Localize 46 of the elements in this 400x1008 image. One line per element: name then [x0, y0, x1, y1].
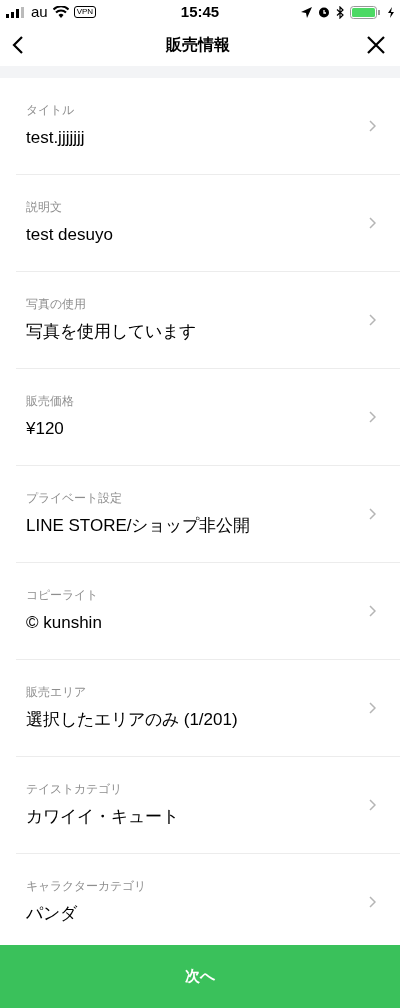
nav-title: 販売情報	[165, 35, 231, 55]
chevron-right-icon	[369, 702, 376, 714]
chevron-right-icon	[369, 120, 376, 132]
field-label: プライベート設定	[26, 490, 123, 508]
status-time: 15:45	[180, 1, 220, 22]
field-label: テイストカテゴリ	[26, 781, 123, 799]
location-arrow-icon	[301, 6, 312, 18]
field-value: test.jjjjjjj	[26, 127, 86, 150]
field-value: 選択したエリアのみ (1/201)	[26, 709, 239, 732]
settings-row[interactable]: 写真の使用 写真を使用しています	[16, 272, 400, 369]
field-label: タイトル	[26, 102, 75, 120]
settings-row[interactable]: プライベート設定 LINE STORE/ショップ非公開	[16, 466, 400, 563]
chevron-right-icon	[369, 605, 376, 617]
alarm-icon	[318, 6, 330, 18]
vpn-badge: VPN	[73, 6, 97, 18]
field-value: カワイイ・キュート	[26, 806, 180, 829]
settings-row[interactable]: 販売価格 ¥120	[16, 369, 400, 466]
settings-row[interactable]: タイトル test.jjjjjjj	[16, 78, 400, 175]
field-label: コピーライト	[26, 587, 99, 605]
chevron-right-icon	[369, 217, 376, 229]
field-value: © kunshin	[26, 612, 103, 635]
field-label: 販売エリア	[26, 684, 87, 702]
field-value: test desuyo	[26, 224, 114, 247]
chevron-right-icon	[369, 896, 376, 908]
chevron-right-icon	[369, 411, 376, 423]
field-label: 説明文	[26, 199, 63, 217]
settings-row[interactable]: 販売エリア 選択したエリアのみ (1/201)	[16, 660, 400, 757]
bluetooth-icon	[336, 5, 344, 19]
field-value: ¥120	[26, 418, 65, 441]
chevron-right-icon	[369, 799, 376, 811]
battery-icon	[350, 5, 382, 19]
field-value: パンダ	[26, 903, 78, 926]
field-label: キャラクターカテゴリ	[26, 878, 147, 896]
chevron-right-icon	[369, 314, 376, 326]
wifi-icon	[52, 6, 69, 18]
settings-row[interactable]: コピーライト © kunshin	[16, 563, 400, 660]
charging-icon	[388, 6, 394, 18]
chevron-right-icon	[369, 508, 376, 520]
carrier-text: au	[31, 1, 48, 22]
signal-icon	[6, 6, 26, 18]
field-value: 写真を使用しています	[26, 321, 197, 344]
settings-row[interactable]: 説明文 test desuyo	[16, 175, 400, 272]
field-label: 販売価格	[26, 393, 75, 411]
settings-row[interactable]: テイストカテゴリ カワイイ・キュート	[16, 757, 400, 854]
field-label: 写真の使用	[26, 296, 87, 314]
field-value: LINE STORE/ショップ非公開	[26, 515, 252, 538]
